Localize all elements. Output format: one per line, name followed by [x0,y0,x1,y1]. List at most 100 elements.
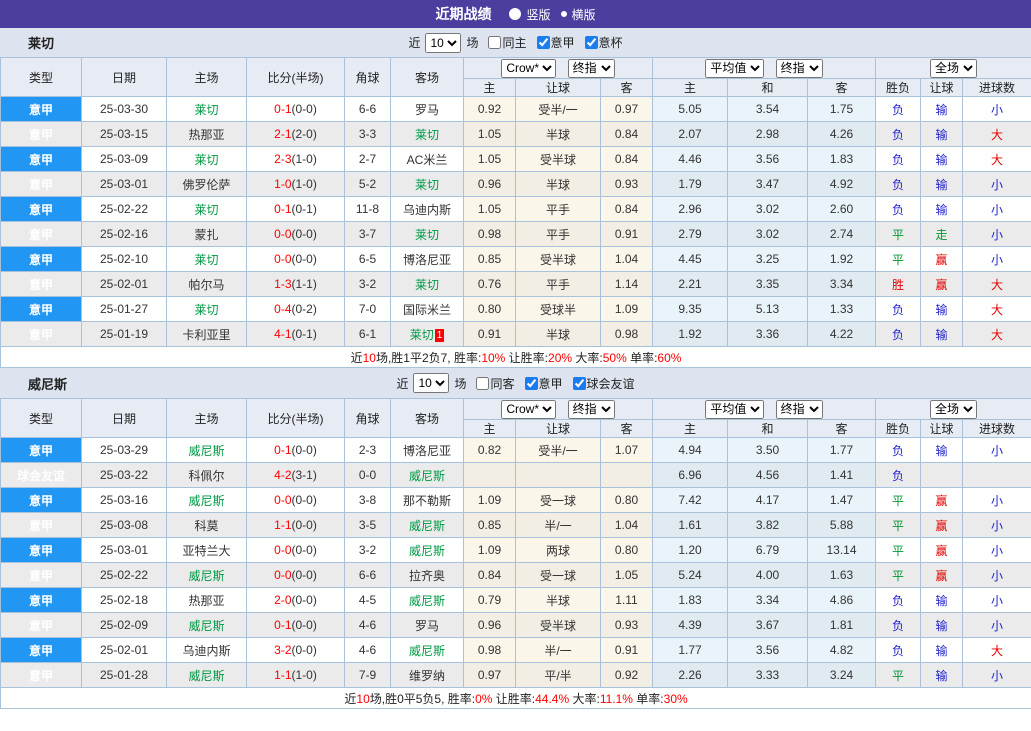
games-label: 场 [466,34,478,51]
scope-select[interactable]: 全场 [930,400,977,419]
handicap-result-cell: 走 [921,222,963,247]
page-title: 近期战绩 [435,4,491,24]
handicap-result-cell: 输 [921,613,963,638]
handicap-line-cell: 受一球 [516,563,601,588]
sub-header-handicap: 让球 [516,420,601,438]
sub-header-euro-home: 主 [653,79,728,97]
euro-away-odds-cell: 1.47 [808,488,876,513]
recent-games-select[interactable]: 10 [425,33,461,53]
full-time-score: 1-3 [274,277,291,291]
league-type-cell: 意甲 [1,438,82,463]
home-team-cell: 威尼斯 [167,438,247,463]
goals-result-cell: 小 [963,588,1031,613]
date-cell: 25-03-01 [82,172,167,197]
same-home-checkbox[interactable] [488,36,501,49]
score-cell: 0-0(0-0) [247,222,345,247]
recent-games-select[interactable]: 10 [413,373,449,393]
score-cell: 1-1(1-0) [247,663,345,688]
handicap-line-cell: 半/一 [516,638,601,663]
handicap-result-cell: 输 [921,197,963,222]
col-header-home: 主场 [167,58,247,97]
goals-result-cell: 小 [963,513,1031,538]
horizontal-layout-label: 横版 [572,6,596,23]
summary-text: 30% [664,692,688,706]
score-cell: 0-4(0-2) [247,297,345,322]
euro-away-odds-cell: 1.63 [808,563,876,588]
bookmaker-select[interactable]: Crow* [501,59,556,78]
handicap-away-odds-cell: 0.93 [601,172,653,197]
filter-italy-cup[interactable]: 意杯 [578,34,623,51]
final-odds-select[interactable]: 终指 [568,400,615,419]
date-cell: 25-01-27 [82,297,167,322]
euro-draw-odds-cell: 3.56 [728,147,808,172]
away-team-cell: 罗马 [391,613,464,638]
away-team-cell: 莱切 [391,172,464,197]
result-cell: 平 [876,538,921,563]
handicap-line-cell: 受一球 [516,488,601,513]
handicap-away-odds-cell: 0.80 [601,538,653,563]
league-type-cell: 意甲 [1,147,82,172]
euro-away-odds-cell: 4.92 [808,172,876,197]
result-cell: 胜 [876,272,921,297]
home-team-name: 威尼斯 [188,619,224,633]
euro-away-odds-cell: 1.83 [808,147,876,172]
club-friendly-checkbox[interactable] [573,377,586,390]
same-away-checkbox[interactable] [476,377,489,390]
euro-home-odds-cell: 2.96 [653,197,728,222]
home-team-cell: 科莫 [167,513,247,538]
result-cell: 负 [876,97,921,122]
col-header-type: 类型 [1,399,82,438]
filter-serie-a[interactable]: 意甲 [530,34,575,51]
match-row: 意甲25-01-28威尼斯1-1(1-0)7-9维罗纳0.97平/半0.922.… [1,663,1031,688]
vertical-layout-radio[interactable]: 竖版 [509,6,550,23]
corner-cell: 2-7 [345,147,391,172]
handicap-home-odds-cell: 0.84 [464,563,516,588]
filter-same-home[interactable]: 同主 [481,34,526,51]
italy-cup-checkbox[interactable] [585,36,598,49]
score-cell: 0-0(0-0) [247,563,345,588]
corner-cell: 7-9 [345,663,391,688]
euro-away-odds-cell: 4.22 [808,322,876,347]
result-cell: 平 [876,663,921,688]
date-cell: 25-02-10 [82,247,167,272]
euro-draw-odds-cell: 5.13 [728,297,808,322]
home-team-name: 威尼斯 [188,494,224,508]
handicap-away-odds-cell: 0.84 [601,197,653,222]
serie-a-checkbox[interactable] [537,36,550,49]
goals-result-cell: 小 [963,197,1031,222]
full-time-score: 0-0 [274,493,291,507]
full-time-score: 0-1 [274,443,291,457]
final-odds-select-2[interactable]: 终指 [776,59,823,78]
home-team-name: 莱切 [194,303,218,317]
bookmaker-select[interactable]: Crow* [501,400,556,419]
handicap-line-cell: 半球 [516,588,601,613]
col-header-home: 主场 [167,399,247,438]
handicap-result-cell: 赢 [921,247,963,272]
result-cell: 平 [876,488,921,513]
average-odds-select[interactable]: 平均值 [705,400,764,419]
result-cell: 负 [876,638,921,663]
date-cell: 25-02-22 [82,563,167,588]
scope-select[interactable]: 全场 [930,59,977,78]
team-section-bar-lecce: 莱切 近 10 场 同主 意甲 意杯 [0,28,1031,57]
match-row: 意甲25-02-22威尼斯0-0(0-0)6-6拉齐奥0.84受一球1.055.… [1,563,1031,588]
filter-club-friendly[interactable]: 球会友谊 [566,375,635,392]
filter-same-away[interactable]: 同客 [469,375,514,392]
full-time-score: 2-1 [274,127,291,141]
final-odds-select-2[interactable]: 终指 [776,400,823,419]
euro-odds-header: 平均值 终指 [653,58,876,79]
filter-controls: 近 10 场 同客 意甲 球会友谊 [396,373,634,393]
match-row: 意甲25-02-09威尼斯0-1(0-0)4-6罗马0.96受半球0.934.3… [1,613,1031,638]
handicap-odds-header: Crow* 终指 [464,58,653,79]
handicap-home-odds-cell: 0.85 [464,247,516,272]
average-odds-select[interactable]: 平均值 [705,59,764,78]
sub-header-result: 胜负 [876,79,921,97]
goals-result-cell: 小 [963,438,1031,463]
league-type-cell: 意甲 [1,222,82,247]
final-odds-select[interactable]: 终指 [568,59,615,78]
filter-serie-a[interactable]: 意甲 [518,375,563,392]
home-team-name: 蒙扎 [194,228,218,242]
horizontal-layout-radio[interactable]: 横版 [561,6,596,23]
date-cell: 25-01-28 [82,663,167,688]
serie-a-checkbox[interactable] [525,377,538,390]
